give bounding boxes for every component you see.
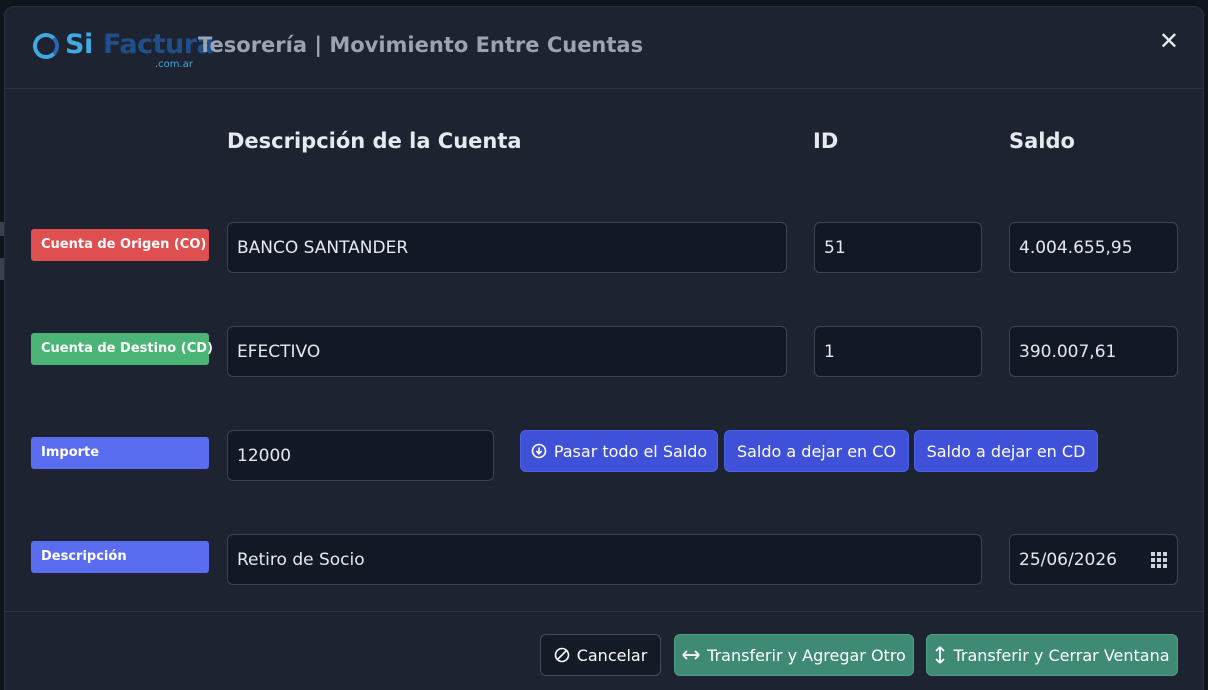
download-circle-icon bbox=[531, 443, 547, 459]
origin-balance-input[interactable] bbox=[1009, 222, 1178, 273]
leave-balance-in-destination-label: Saldo a dejar en CD bbox=[926, 441, 1086, 461]
destination-account-input[interactable] bbox=[227, 326, 787, 377]
amount-label: Importe bbox=[31, 437, 209, 469]
modal-footer: Cancelar Transferir y Agregar Otro Trans… bbox=[5, 611, 1203, 690]
leave-balance-in-destination-button[interactable]: Saldo a dejar en CD bbox=[914, 430, 1098, 472]
arrows-horizontal-icon bbox=[682, 649, 700, 661]
cancel-label: Cancelar bbox=[576, 645, 648, 665]
transfer-and-close-label: Transferir y Cerrar Ventana bbox=[953, 645, 1170, 665]
transfer-modal: Si Factura .com.ar Tesorería | Movimient… bbox=[4, 6, 1204, 690]
calendar-button[interactable] bbox=[1141, 534, 1178, 585]
column-header-description: Descripción de la Cuenta bbox=[227, 129, 522, 153]
logo-ring-icon bbox=[33, 33, 59, 59]
cancel-button[interactable]: Cancelar bbox=[540, 634, 661, 676]
transfer-and-close-button[interactable]: Transferir y Cerrar Ventana bbox=[926, 634, 1178, 676]
leave-balance-in-origin-label: Saldo a dejar en CO bbox=[736, 441, 897, 461]
destination-balance-input[interactable] bbox=[1009, 326, 1178, 377]
description-input[interactable] bbox=[227, 534, 982, 585]
close-icon[interactable]: ✕ bbox=[1159, 29, 1179, 53]
date-input[interactable] bbox=[1009, 534, 1142, 585]
origin-account-input[interactable] bbox=[227, 222, 787, 273]
transfer-all-balance-button[interactable]: Pasar todo el Saldo bbox=[520, 430, 718, 472]
amount-input[interactable] bbox=[227, 430, 494, 481]
transfer-and-add-label: Transferir y Agregar Otro bbox=[707, 645, 906, 665]
transfer-and-add-button[interactable]: Transferir y Agregar Otro bbox=[674, 634, 914, 676]
transfer-all-balance-label: Pasar todo el Saldo bbox=[553, 441, 708, 461]
logo-si: Si bbox=[65, 29, 93, 60]
arrows-vertical-icon bbox=[934, 646, 946, 664]
column-header-balance: Saldo bbox=[1009, 129, 1075, 153]
leave-balance-in-origin-button[interactable]: Saldo a dejar en CO bbox=[724, 430, 909, 472]
modal-header: Si Factura .com.ar Tesorería | Movimient… bbox=[5, 7, 1203, 89]
destination-id-input[interactable] bbox=[814, 326, 982, 377]
logo-domain: .com.ar bbox=[155, 59, 193, 70]
destination-account-label: Cuenta de Destino (CD) bbox=[31, 333, 213, 365]
description-label: Descripción bbox=[31, 541, 209, 573]
column-header-id: ID bbox=[813, 129, 839, 153]
modal-title: Tesorería | Movimiento Entre Cuentas bbox=[198, 33, 644, 57]
origin-id-input[interactable] bbox=[814, 222, 982, 273]
calendar-grid-icon bbox=[1151, 551, 1167, 568]
origin-account-label: Cuenta de Origen (CO) bbox=[31, 229, 209, 261]
ban-icon bbox=[554, 647, 570, 663]
